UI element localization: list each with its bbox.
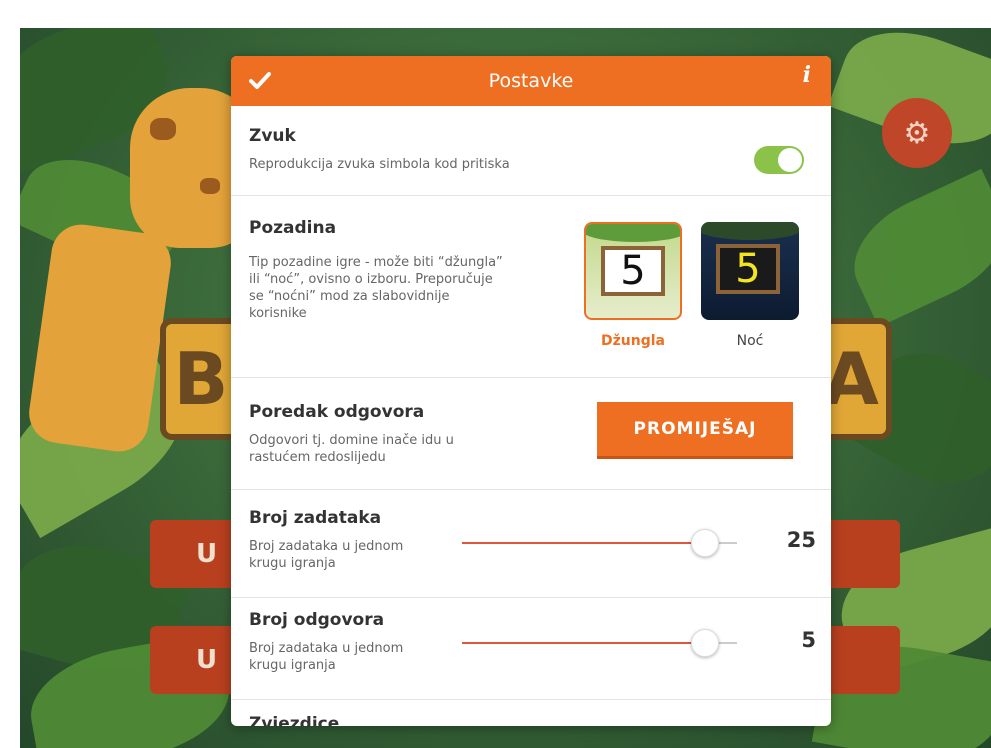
setting-description: Tip pozadine igre - može biti “džungla” … bbox=[249, 254, 549, 322]
setting-name: Pozadina bbox=[249, 218, 337, 238]
gear-icon: ⚙ bbox=[903, 115, 931, 151]
background-option-jungle[interactable]: 5 bbox=[584, 222, 682, 320]
answer-count-slider[interactable] bbox=[462, 629, 737, 657]
slider-handle[interactable] bbox=[691, 529, 719, 557]
leaf-decoration bbox=[586, 224, 680, 242]
task-count-value: 25 bbox=[786, 528, 816, 552]
jungle-leaf bbox=[836, 168, 991, 328]
setting-description: Odgovori tj. domine inače idu u rastućem… bbox=[249, 432, 454, 466]
setting-description: Reprodukcija zvuka simbola kod pritiska bbox=[249, 157, 510, 172]
setting-stars: Zvjezdice bbox=[231, 700, 831, 726]
setting-answer-count: Broj odgovora Broj zadataka u jednom kru… bbox=[231, 598, 831, 700]
slider-fill bbox=[462, 642, 704, 644]
slider-fill bbox=[462, 542, 704, 544]
setting-name: Poredak odgovora bbox=[249, 402, 425, 422]
setting-name: Broj zadataka bbox=[249, 508, 382, 528]
description-line: ili “noć”, ovisno o izboru. Preporučuje bbox=[249, 272, 493, 287]
shuffle-button[interactable]: PROMIJEŠAJ bbox=[597, 402, 793, 456]
dialog-header: Postavke i bbox=[231, 56, 831, 106]
setting-description: Broj zadataka u jednom krugu igranja bbox=[249, 538, 403, 572]
sound-toggle[interactable] bbox=[754, 146, 804, 174]
leaf-decoration bbox=[701, 222, 799, 240]
preview-board: 5 bbox=[601, 246, 665, 296]
description-line: Tip pozadine igre - može biti “džungla” bbox=[249, 255, 503, 270]
title-letter: B bbox=[160, 318, 242, 440]
answer-count-value: 5 bbox=[801, 628, 816, 652]
description-line: krugu igranja bbox=[249, 556, 336, 571]
preview-board: 5 bbox=[716, 244, 780, 294]
description-line: korisnike bbox=[249, 306, 307, 321]
setting-description: Broj zadataka u jednom krugu igranja bbox=[249, 640, 403, 674]
menu-button-label: U bbox=[196, 539, 218, 569]
info-icon[interactable]: i bbox=[803, 62, 811, 88]
setting-name: Zvuk bbox=[249, 126, 296, 146]
setting-sound: Zvuk Reprodukcija zvuka simbola kod prit… bbox=[231, 106, 831, 196]
setting-name: Broj odgovora bbox=[249, 610, 385, 630]
slider-handle[interactable] bbox=[691, 629, 719, 657]
task-count-slider[interactable] bbox=[462, 529, 737, 557]
setting-name: Zvjezdice bbox=[249, 714, 340, 726]
description-line: Broj zadataka u jednom bbox=[249, 539, 404, 554]
description-line: Broj zadataka u jednom bbox=[249, 641, 404, 656]
background-option-label[interactable]: Džungla bbox=[584, 333, 682, 349]
menu-button-label: U bbox=[196, 645, 218, 675]
settings-button[interactable]: ⚙ bbox=[882, 98, 952, 168]
setting-task-count: Broj zadataka Broj zadataka u jednom kru… bbox=[231, 490, 831, 598]
background-option-label[interactable]: Noć bbox=[701, 333, 799, 349]
toggle-knob bbox=[778, 148, 802, 172]
description-line: se “noćni” mod za slabovidnije bbox=[249, 289, 450, 304]
dialog-title: Postavke bbox=[488, 70, 574, 92]
background-option-night[interactable]: 5 bbox=[701, 222, 799, 320]
description-line: krugu igranja bbox=[249, 658, 336, 673]
settings-dialog: Postavke i Zvuk Reprodukcija zvuka simbo… bbox=[231, 56, 831, 726]
description-line: Odgovori tj. domine inače idu u bbox=[249, 433, 454, 448]
description-line: rastućem redoslijedu bbox=[249, 450, 386, 465]
